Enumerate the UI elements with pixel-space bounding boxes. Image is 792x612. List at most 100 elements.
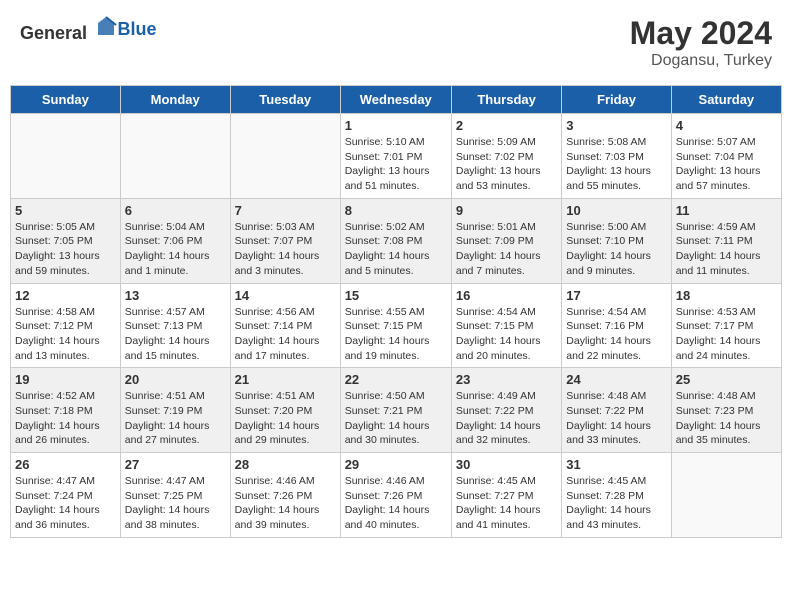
calendar-cell: 14Sunrise: 4:56 AMSunset: 7:14 PMDayligh… xyxy=(230,283,340,368)
day-number: 31 xyxy=(566,457,666,472)
day-number: 5 xyxy=(15,203,116,218)
day-info: Sunrise: 4:55 AMSunset: 7:15 PMDaylight:… xyxy=(345,305,447,364)
calendar-cell: 20 Sunrise: 4:51 AMSunset: 7:19 PMDayligh… xyxy=(120,368,230,453)
day-info: Sunrise: 4:46 AMSunset: 7:26 PMDaylight:… xyxy=(235,474,336,533)
calendar-cell: 17 Sunrise: 4:54 AMSunset: 7:16 PMDayligh… xyxy=(562,283,671,368)
day-info: Sunrise: 4:47 AMSunset: 7:24 PMDaylight:… xyxy=(15,474,116,533)
title-area: May 2024 Dogansu, Turkey xyxy=(630,15,772,70)
calendar-cell: 16 Sunrise: 4:54 AMSunset: 7:15 PMDayligh… xyxy=(451,283,561,368)
day-info: Sunrise: 5:08 AMSunset: 7:03 PMDaylight:… xyxy=(566,135,666,194)
day-info: Sunrise: 5:02 AMSunset: 7:08 PMDaylight:… xyxy=(345,220,447,279)
day-number: 20 xyxy=(125,372,226,387)
day-info: Sunrise: 4:45 AMSunset: 7:28 PMDaylight:… xyxy=(566,474,666,533)
day-number: 25 xyxy=(676,372,777,387)
calendar-cell: 10 Sunrise: 5:00 AMSunset: 7:10 PMDayligh… xyxy=(562,198,671,283)
day-number: 18 xyxy=(676,288,777,303)
day-number: 26 xyxy=(15,457,116,472)
day-number: 11 xyxy=(676,203,777,218)
calendar-cell: 22 Sunrise: 4:50 AMSunset: 7:21 PMDayligh… xyxy=(340,368,451,453)
calendar-cell: 15 Sunrise: 4:55 AMSunset: 7:15 PMDayligh… xyxy=(340,283,451,368)
day-info: Sunrise: 5:09 AMSunset: 7:02 PMDaylight:… xyxy=(456,135,557,194)
day-number: 17 xyxy=(566,288,666,303)
day-info: Sunrise: 4:59 AMSunset: 7:11 PMDaylight:… xyxy=(676,220,777,279)
day-info: Sunrise: 4:48 AMSunset: 7:23 PMDaylight:… xyxy=(676,389,777,448)
weekday-header-wednesday: Wednesday xyxy=(340,86,451,114)
day-number: 22 xyxy=(345,372,447,387)
day-info: Sunrise: 4:57 AMSunset: 7:13 PMDaylight:… xyxy=(125,305,226,364)
day-number: 15 xyxy=(345,288,447,303)
day-number: 19 xyxy=(15,372,116,387)
day-info: Sunrise: 4:54 AMSunset: 7:16 PMDaylight:… xyxy=(566,305,666,364)
day-number: 28 xyxy=(235,457,336,472)
weekday-header-saturday: Saturday xyxy=(671,86,781,114)
day-info: Sunrise: 4:52 AMSunset: 7:18 PMDaylight:… xyxy=(15,389,116,448)
calendar-cell xyxy=(230,114,340,199)
calendar-cell: 9 Sunrise: 5:01 AMSunset: 7:09 PMDaylight… xyxy=(451,198,561,283)
day-info: Sunrise: 5:10 AMSunset: 7:01 PMDaylight:… xyxy=(345,135,447,194)
day-number: 13 xyxy=(125,288,226,303)
day-number: 2 xyxy=(456,118,557,133)
logo: General Blue xyxy=(20,15,157,44)
day-info: Sunrise: 4:50 AMSunset: 7:21 PMDaylight:… xyxy=(345,389,447,448)
weekday-header-monday: Monday xyxy=(120,86,230,114)
day-number: 9 xyxy=(456,203,557,218)
weekday-header-thursday: Thursday xyxy=(451,86,561,114)
day-number: 16 xyxy=(456,288,557,303)
day-info: Sunrise: 5:01 AMSunset: 7:09 PMDaylight:… xyxy=(456,220,557,279)
calendar-cell: 4 Sunrise: 5:07 AMSunset: 7:04 PMDaylight… xyxy=(671,114,781,199)
day-number: 7 xyxy=(235,203,336,218)
day-info: Sunrise: 4:45 AMSunset: 7:27 PMDaylight:… xyxy=(456,474,557,533)
day-number: 29 xyxy=(345,457,447,472)
day-info: Sunrise: 5:04 AMSunset: 7:06 PMDaylight:… xyxy=(125,220,226,279)
day-info: Sunrise: 4:48 AMSunset: 7:22 PMDaylight:… xyxy=(566,389,666,448)
calendar-cell: 8 Sunrise: 5:02 AMSunset: 7:08 PMDaylight… xyxy=(340,198,451,283)
day-number: 8 xyxy=(345,203,447,218)
calendar-cell: 21 Sunrise: 4:51 AMSunset: 7:20 PMDayligh… xyxy=(230,368,340,453)
calendar-cell: 19 Sunrise: 4:52 AMSunset: 7:18 PMDayligh… xyxy=(11,368,121,453)
calendar-cell: 13 Sunrise: 4:57 AMSunset: 7:13 PMDayligh… xyxy=(120,283,230,368)
calendar-week-row: 5Sunrise: 5:05 AMSunset: 7:05 PMDaylight… xyxy=(11,198,782,283)
day-info: Sunrise: 4:54 AMSunset: 7:15 PMDaylight:… xyxy=(456,305,557,364)
calendar-cell: 6 Sunrise: 5:04 AMSunset: 7:06 PMDaylight… xyxy=(120,198,230,283)
day-number: 10 xyxy=(566,203,666,218)
logo-general: General xyxy=(20,23,87,43)
day-info: Sunrise: 4:58 AMSunset: 7:12 PMDaylight:… xyxy=(15,305,116,364)
day-info: Sunrise: 4:53 AMSunset: 7:17 PMDaylight:… xyxy=(676,305,777,364)
calendar-cell: 1 Sunrise: 5:10 AMSunset: 7:01 PMDaylight… xyxy=(340,114,451,199)
day-number: 4 xyxy=(676,118,777,133)
day-info: Sunrise: 4:46 AMSunset: 7:26 PMDaylight:… xyxy=(345,474,447,533)
calendar-cell: 3 Sunrise: 5:08 AMSunset: 7:03 PMDaylight… xyxy=(562,114,671,199)
calendar-week-row: 26 Sunrise: 4:47 AMSunset: 7:24 PMDayligh… xyxy=(11,453,782,538)
calendar-cell: 29 Sunrise: 4:46 AMSunset: 7:26 PMDayligh… xyxy=(340,453,451,538)
day-info: Sunrise: 4:51 AMSunset: 7:19 PMDaylight:… xyxy=(125,389,226,448)
calendar-cell xyxy=(120,114,230,199)
calendar-week-row: 1 Sunrise: 5:10 AMSunset: 7:01 PMDaylight… xyxy=(11,114,782,199)
day-number: 6 xyxy=(125,203,226,218)
day-number: 27 xyxy=(125,457,226,472)
calendar-cell: 11 Sunrise: 4:59 AMSunset: 7:11 PMDayligh… xyxy=(671,198,781,283)
day-number: 12 xyxy=(15,288,116,303)
day-info: Sunrise: 4:56 AMSunset: 7:14 PMDaylight:… xyxy=(235,305,336,364)
day-info: Sunrise: 5:00 AMSunset: 7:10 PMDaylight:… xyxy=(566,220,666,279)
day-info: Sunrise: 5:03 AMSunset: 7:07 PMDaylight:… xyxy=(235,220,336,279)
calendar-table: SundayMondayTuesdayWednesdayThursdayFrid… xyxy=(10,85,782,538)
calendar-week-row: 12 Sunrise: 4:58 AMSunset: 7:12 PMDayligh… xyxy=(11,283,782,368)
day-info: Sunrise: 5:07 AMSunset: 7:04 PMDaylight:… xyxy=(676,135,777,194)
calendar-cell: 25 Sunrise: 4:48 AMSunset: 7:23 PMDayligh… xyxy=(671,368,781,453)
day-number: 30 xyxy=(456,457,557,472)
calendar-cell: 30 Sunrise: 4:45 AMSunset: 7:27 PMDayligh… xyxy=(451,453,561,538)
calendar-cell: 12 Sunrise: 4:58 AMSunset: 7:12 PMDayligh… xyxy=(11,283,121,368)
calendar-cell: 28 Sunrise: 4:46 AMSunset: 7:26 PMDayligh… xyxy=(230,453,340,538)
logo-blue: Blue xyxy=(118,19,157,39)
calendar-cell: 7 Sunrise: 5:03 AMSunset: 7:07 PMDaylight… xyxy=(230,198,340,283)
day-number: 21 xyxy=(235,372,336,387)
day-number: 1 xyxy=(345,118,447,133)
calendar-cell xyxy=(671,453,781,538)
weekday-header-sunday: Sunday xyxy=(11,86,121,114)
location-subtitle: Dogansu, Turkey xyxy=(630,52,772,70)
day-number: 24 xyxy=(566,372,666,387)
day-number: 3 xyxy=(566,118,666,133)
weekday-header-row: SundayMondayTuesdayWednesdayThursdayFrid… xyxy=(11,86,782,114)
page-header: General Blue May 2024 Dogansu, Turkey xyxy=(10,10,782,75)
day-info: Sunrise: 4:51 AMSunset: 7:20 PMDaylight:… xyxy=(235,389,336,448)
